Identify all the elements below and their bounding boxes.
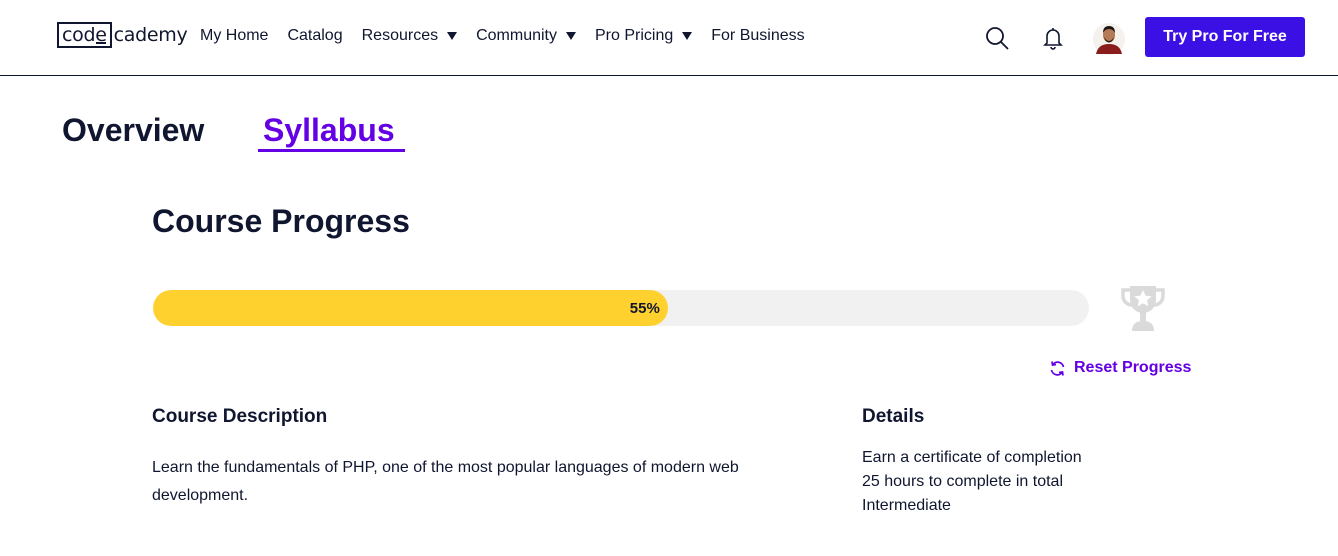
detail-item: 25 hours to complete in total — [862, 473, 1064, 490]
details-title: Details — [862, 406, 925, 427]
tab-syllabus[interactable]: Syllabus — [258, 112, 400, 149]
progress-fill: 55% — [153, 290, 668, 326]
course-progress-bar: 55% — [153, 290, 1089, 326]
detail-item: Intermediate — [862, 497, 951, 514]
nav-catalog[interactable]: Catalog — [287, 27, 342, 45]
main-nav: My Home Catalog Resources Community Pro … — [200, 27, 824, 45]
nav-label: Resources — [361, 27, 439, 44]
logo-boxed-text: code — [57, 22, 112, 48]
nav-my-home[interactable]: My Home — [200, 27, 268, 45]
nav-label: My Home — [200, 27, 269, 44]
nav-label: Community — [476, 27, 557, 44]
tab-overview[interactable]: Overview — [62, 112, 204, 149]
nav-label: For Business — [711, 27, 805, 44]
top-navbar: code cademy My Home Catalog Resources Co… — [0, 0, 1338, 76]
progress-percent-label: 55% — [629, 300, 660, 317]
reset-progress-button[interactable]: Reset Progress — [1049, 359, 1191, 377]
caret-down-icon — [566, 32, 576, 40]
active-tab-indicator — [258, 149, 405, 152]
codecademy-logo[interactable]: code cademy — [57, 22, 188, 48]
caret-down-icon — [682, 32, 693, 40]
search-icon[interactable] — [985, 26, 1009, 50]
trophy-icon — [1121, 286, 1165, 331]
logo-rest-text: cademy — [113, 24, 188, 46]
nav-label: Pro Pricing — [595, 27, 674, 44]
nav-resources[interactable]: Resources — [361, 27, 458, 45]
avatar[interactable] — [1093, 22, 1125, 56]
details-list: Earn a certificate of completion 25 hour… — [862, 446, 1082, 518]
bell-icon[interactable] — [1043, 26, 1063, 50]
nav-label: Catalog — [287, 27, 343, 44]
nav-for-business[interactable]: For Business — [711, 27, 804, 45]
course-description-title: Course Description — [152, 406, 328, 427]
nav-community[interactable]: Community — [476, 27, 576, 45]
course-progress-title: Course Progress — [152, 203, 410, 239]
caret-down-icon — [447, 32, 458, 40]
course-description-text: Learn the fundamentals of PHP, one of th… — [152, 459, 739, 504]
nav-pro-pricing[interactable]: Pro Pricing — [595, 27, 693, 45]
try-pro-button[interactable]: Try Pro For Free — [1145, 17, 1305, 57]
detail-item: Earn a certificate of completion — [862, 449, 1082, 466]
refresh-icon — [1050, 360, 1065, 376]
reset-progress-label: Reset Progress — [1074, 359, 1192, 376]
